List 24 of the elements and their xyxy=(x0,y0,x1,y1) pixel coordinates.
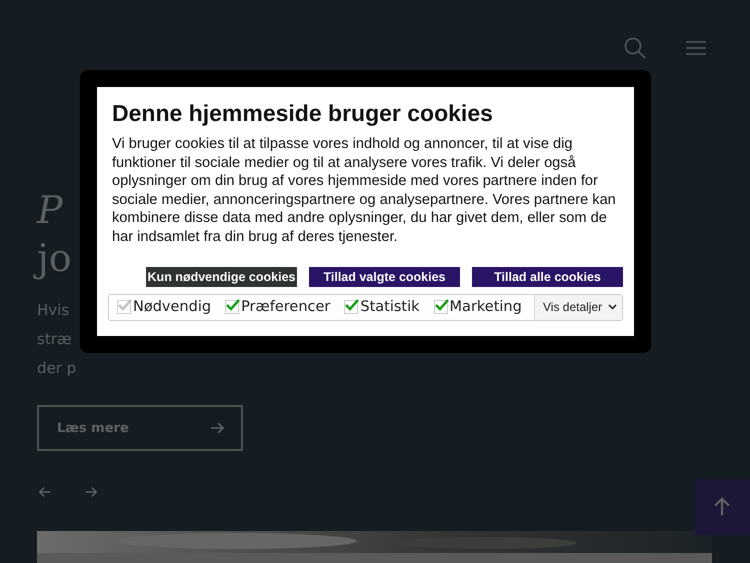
show-details-button[interactable]: Vis detaljer xyxy=(534,294,622,320)
menu-icon[interactable] xyxy=(686,40,706,56)
checkbox[interactable] xyxy=(434,300,448,314)
search-icon[interactable] xyxy=(624,37,646,59)
dialog-title: Denne hjemmeside bruger cookies xyxy=(112,99,494,127)
checkbox[interactable] xyxy=(344,300,358,314)
arrow-icon[interactable] xyxy=(209,420,225,436)
dialog-text: Vi bruger cookies til at tilpasse vores indhold og annoncer, til at vise dig funktioner til sociale medier og til at analysere vores trafik. Vi deler også oplysninger om din brug af vores hjemmeside med vores partnere inden for sociale medier, annonceringspartnere og analysepartnere. Vores partnere kan kombinere disse data med andre oplysninger, du har givet dem, eller som de har indsamlet fra din brug af deres tjenester. xyxy=(112,135,617,247)
checkbox-label: Nødvendig xyxy=(133,299,212,316)
consent-button[interactable]: Tillad valgte cookies xyxy=(309,266,460,287)
consent-button[interactable]: Tillad alle cookies xyxy=(472,266,623,287)
checkbox-label: Statistik xyxy=(360,299,420,316)
consent-button[interactable]: Kun nødvendige cookies xyxy=(146,266,297,287)
scroll-to-top-button[interactable] xyxy=(694,479,750,535)
previous-arrow-icon[interactable] xyxy=(38,485,52,499)
next-arrow-icon[interactable] xyxy=(84,485,98,499)
checkbox[interactable] xyxy=(225,300,240,314)
intro-text: der p xyxy=(37,358,76,379)
intro-text: Hvis xyxy=(37,300,70,321)
intro-text: stræ xyxy=(37,329,72,350)
checkbox-label: Præferencer xyxy=(241,299,330,316)
checkbox-label: Marketing xyxy=(450,299,522,316)
chevron-down-icon xyxy=(608,304,618,310)
headline-text: P xyxy=(37,187,63,234)
